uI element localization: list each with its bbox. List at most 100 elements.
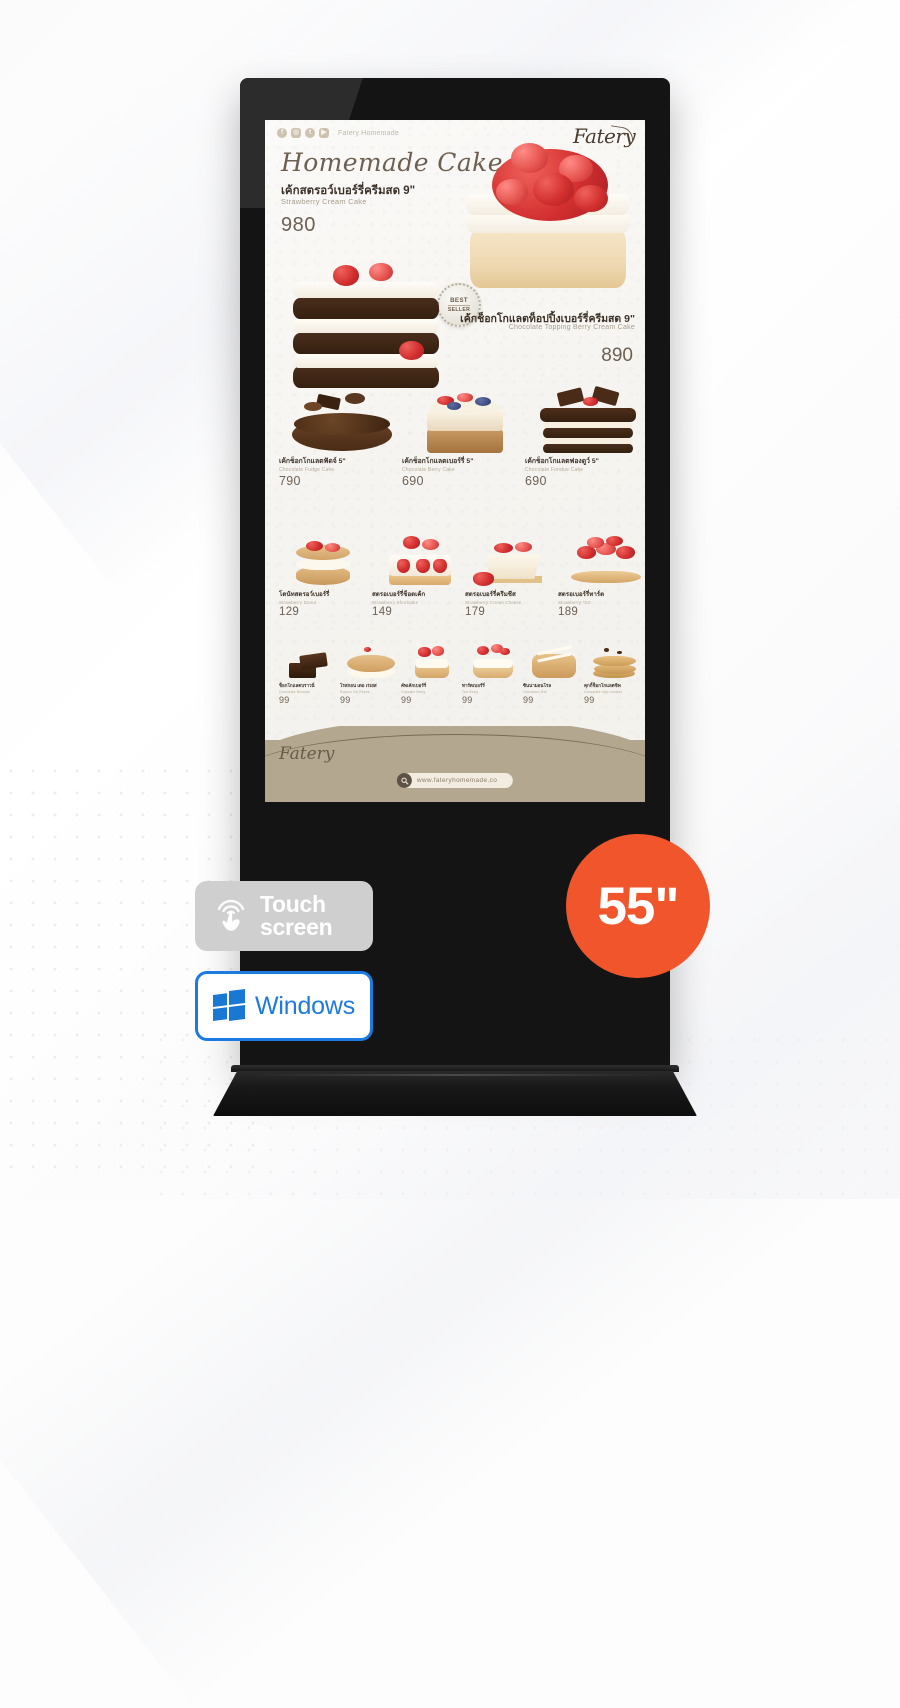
menu-item[interactable]: เค้กช็อกโกแลตฟัดจ์ 5" Chocolate Fudge Ca… [279,383,405,488]
social-handle-label: Fatery Homemade [338,129,399,137]
item-name-th: คุกกี้ช็อกโกแลตชิพ [584,683,621,688]
menu-item[interactable]: เค้กช็อกโกแลตเบอร์รี่ 5" Chocolate Berry… [402,383,528,488]
item-name-th: เค้กช็อกโกแลตฟัดจ์ 5" [279,458,346,465]
small-dessert-row: ช็อกโกแลตบราวนี่ Chocolate Brownie 99 โร… [265,640,645,710]
hero-strawberry-cake-photo [455,140,641,290]
item-name-th: ช็อกโกแลตบราวนี่ [279,683,315,688]
windows-logo-icon [212,989,245,1023]
windows-os-badge: Windows [195,971,373,1041]
base-highlight [251,1074,659,1076]
base-top-lip [231,1065,679,1072]
item-price: 99 [584,695,595,705]
strawberry-donut-photo [279,533,375,589]
item-price: 690 [525,474,547,488]
item-name-th: ทาร์ตเบอร์รี่ [462,683,485,688]
screen-size-label: 55" [597,876,679,936]
strawberry-dessert-row: โดนัทสตรอว์เบอร์รี่ Strawberry Donut 129… [265,533,645,621]
menu-item[interactable]: สตรอเบอร์รี่ช็อตเค้ก Strawberry Shortcak… [372,533,468,618]
chocolate-berry-cake-photo [402,383,528,455]
touch-screen-badge: Touch screen [195,881,373,951]
item-name-th: คัพเค้กเบอร์รี่ [401,683,427,688]
strawberry-shortcake-photo [372,533,468,589]
item-name-en: Chocolate Berry Cake [402,467,455,473]
footer-brand-logo: Fatery [279,744,335,764]
item-name-th: สตรอเบอร์รี่ครีมชีส [465,591,516,598]
item-price: 149 [372,606,393,618]
item-name-en: Strawberry Tart [558,600,591,605]
menu-item[interactable]: สตรอเบอร์รี่ทาร์ต Strawberry Tart 189 [558,533,645,618]
chocolate-chip-cookies-photo [584,640,645,682]
item-price: 99 [462,695,473,705]
item-name-th: สตรอเบอร์รี่ช็อตเค้ก [372,591,426,598]
menu-item[interactable]: โรสกอน เดอ เรเยส Roscon De Reyes 99 [340,640,402,705]
menu-footer: Fatery www.fateryhomemade.co [265,726,645,802]
hero-primary-price: 980 [281,214,316,236]
item-price: 129 [279,606,300,618]
cupcake-berry-photo [401,640,463,682]
chocolate-fudge-cake-photo [279,383,405,455]
item-name-en: Strawberry Shortcake [372,600,419,605]
hero-chocolate-cake-photo [283,260,449,390]
kiosk-screen[interactable]: f ◎ t ▶ Fatery Homemade Fatery Homemade … [265,120,645,802]
hero-secondary-name-en: Chocolate Topping Berry Cream Cake [508,324,635,331]
item-price: 790 [279,474,301,488]
item-name-en: Chocolate Brownie [279,690,311,694]
menu-item[interactable]: ช็อกโกแลตบราวนี่ Chocolate Brownie 99 [279,640,341,705]
item-name-en: Tart Berry [462,690,479,694]
item-name-th: เค้กช็อกโกแลตเบอร์รี่ 5" [402,458,474,465]
menu-item[interactable]: เค้กช็อกโกแลตฟองดูว์ 5" Chocolate Fondue… [525,383,645,488]
roscon-de-reyes-photo [340,640,402,682]
item-price: 179 [465,606,486,618]
item-name-en: Strawberry Donut [279,600,317,605]
item-name-en: Cinnamon Roll [523,690,548,694]
menu-item[interactable]: ทาร์ตเบอร์รี่ Tart Berry 99 [462,640,524,705]
screen-size-badge: 55" [566,834,710,978]
best-seller-divider [448,305,470,306]
menu-item[interactable]: คัพเค้กเบอร์รี่ Cupcake Berry 99 [401,640,463,705]
touch-badge-line1: Touch [260,890,326,917]
item-price: 189 [558,606,579,618]
item-name-th: โดนัทสตรอว์เบอร์รี่ [279,591,330,598]
chocolate-fondue-cake-photo [525,383,645,455]
item-name-th: โรสกอน เดอ เรเยส [340,683,377,688]
item-name-th: ซินนามอนโรล [523,683,552,688]
item-name-en: Chocolate chip cookies [584,690,623,694]
item-name-en: Chocolate Fondue Cake [525,467,584,473]
hero-secondary-price: 890 [601,345,633,366]
touch-badge-line2: screen [260,914,333,940]
menu-social-bar: f ◎ t ▶ Fatery Homemade [277,128,399,138]
item-name-en: Chocolate Fudge Cake [279,467,335,473]
menu-item[interactable]: สตรอเบอร์รี่ครีมชีส Strawberry Cream Che… [465,533,561,618]
strawberry-tart-photo [558,533,645,589]
menu-item[interactable]: ซินนามอนโรล Cinnamon Roll 99 [523,640,585,705]
chocolate-brownie-photo [279,640,341,682]
instagram-icon[interactable]: ◎ [291,128,301,138]
touch-badge-label: Touch screen [260,890,333,940]
item-price: 99 [523,695,534,705]
website-url-pill[interactable]: www.fateryhomemade.co [396,773,514,788]
website-url-text: www.fateryhomemade.co [416,777,498,784]
kiosk-base-stand [213,1065,697,1119]
cinnamon-roll-photo [523,640,585,682]
item-price: 99 [279,695,290,705]
youtube-icon[interactable]: ▶ [319,128,329,138]
item-name-en: Strawberry Cream Cheese [465,600,522,605]
strawberry-cream-cheese-photo [465,533,561,589]
item-price: 99 [340,695,351,705]
menu-item[interactable]: คุกกี้ช็อกโกแลตชิพ Chocolate chip cookie… [584,640,645,705]
item-name-en: Cupcake Berry [401,690,426,694]
best-seller-line1: BEST [450,297,468,304]
tart-berry-photo [462,640,524,682]
facebook-icon[interactable]: f [277,128,287,138]
twitter-icon[interactable]: t [305,128,315,138]
item-name-th: เค้กช็อกโกแลตฟองดูว์ 5" [525,458,599,465]
base-trapezoid [213,1071,697,1116]
cake-row: เค้กช็อกโกแลตฟัดจ์ 5" Chocolate Fudge Ca… [265,383,645,488]
windows-badge-label: Windows [254,991,356,1020]
touch-hand-icon [211,896,251,936]
menu-item[interactable]: โดนัทสตรอว์เบอร์รี่ Strawberry Donut 129 [279,533,375,618]
item-price: 99 [401,695,412,705]
item-name-th: สตรอเบอร์รี่ทาร์ต [558,591,605,598]
hero-primary-name-en: Strawberry Cream Cake [281,197,367,206]
item-price: 690 [402,474,424,488]
